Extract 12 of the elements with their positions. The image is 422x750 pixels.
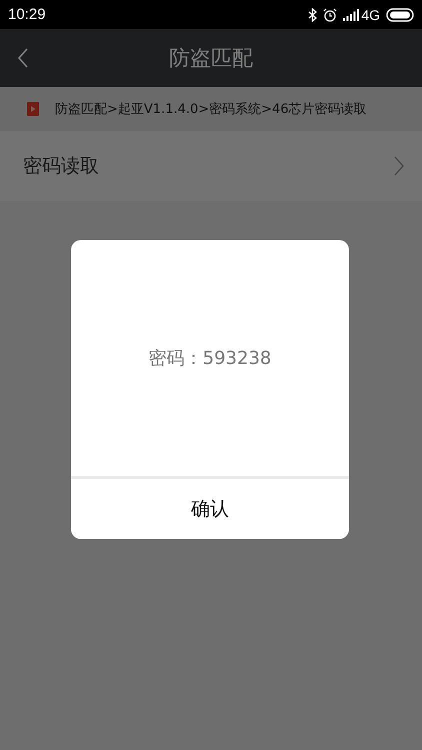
bluetooth-icon [308,8,318,22]
list-item-label: 密码读取 [23,154,99,179]
nav-title: 防盗匹配 [169,45,253,72]
signal-icon [343,8,360,20]
status-time: 10:29 [8,6,46,23]
list-item[interactable]: 密码读取 [0,131,422,201]
battery-icon [386,8,414,22]
alarm-icon [323,8,338,22]
breadcrumb-path: 防盗匹配>起亚V1.1.4.0>密码系统>46芯片密码读取 [55,101,367,118]
chevron-icon [394,156,404,176]
network-label: 4G [361,6,380,22]
back-icon[interactable] [17,48,29,68]
